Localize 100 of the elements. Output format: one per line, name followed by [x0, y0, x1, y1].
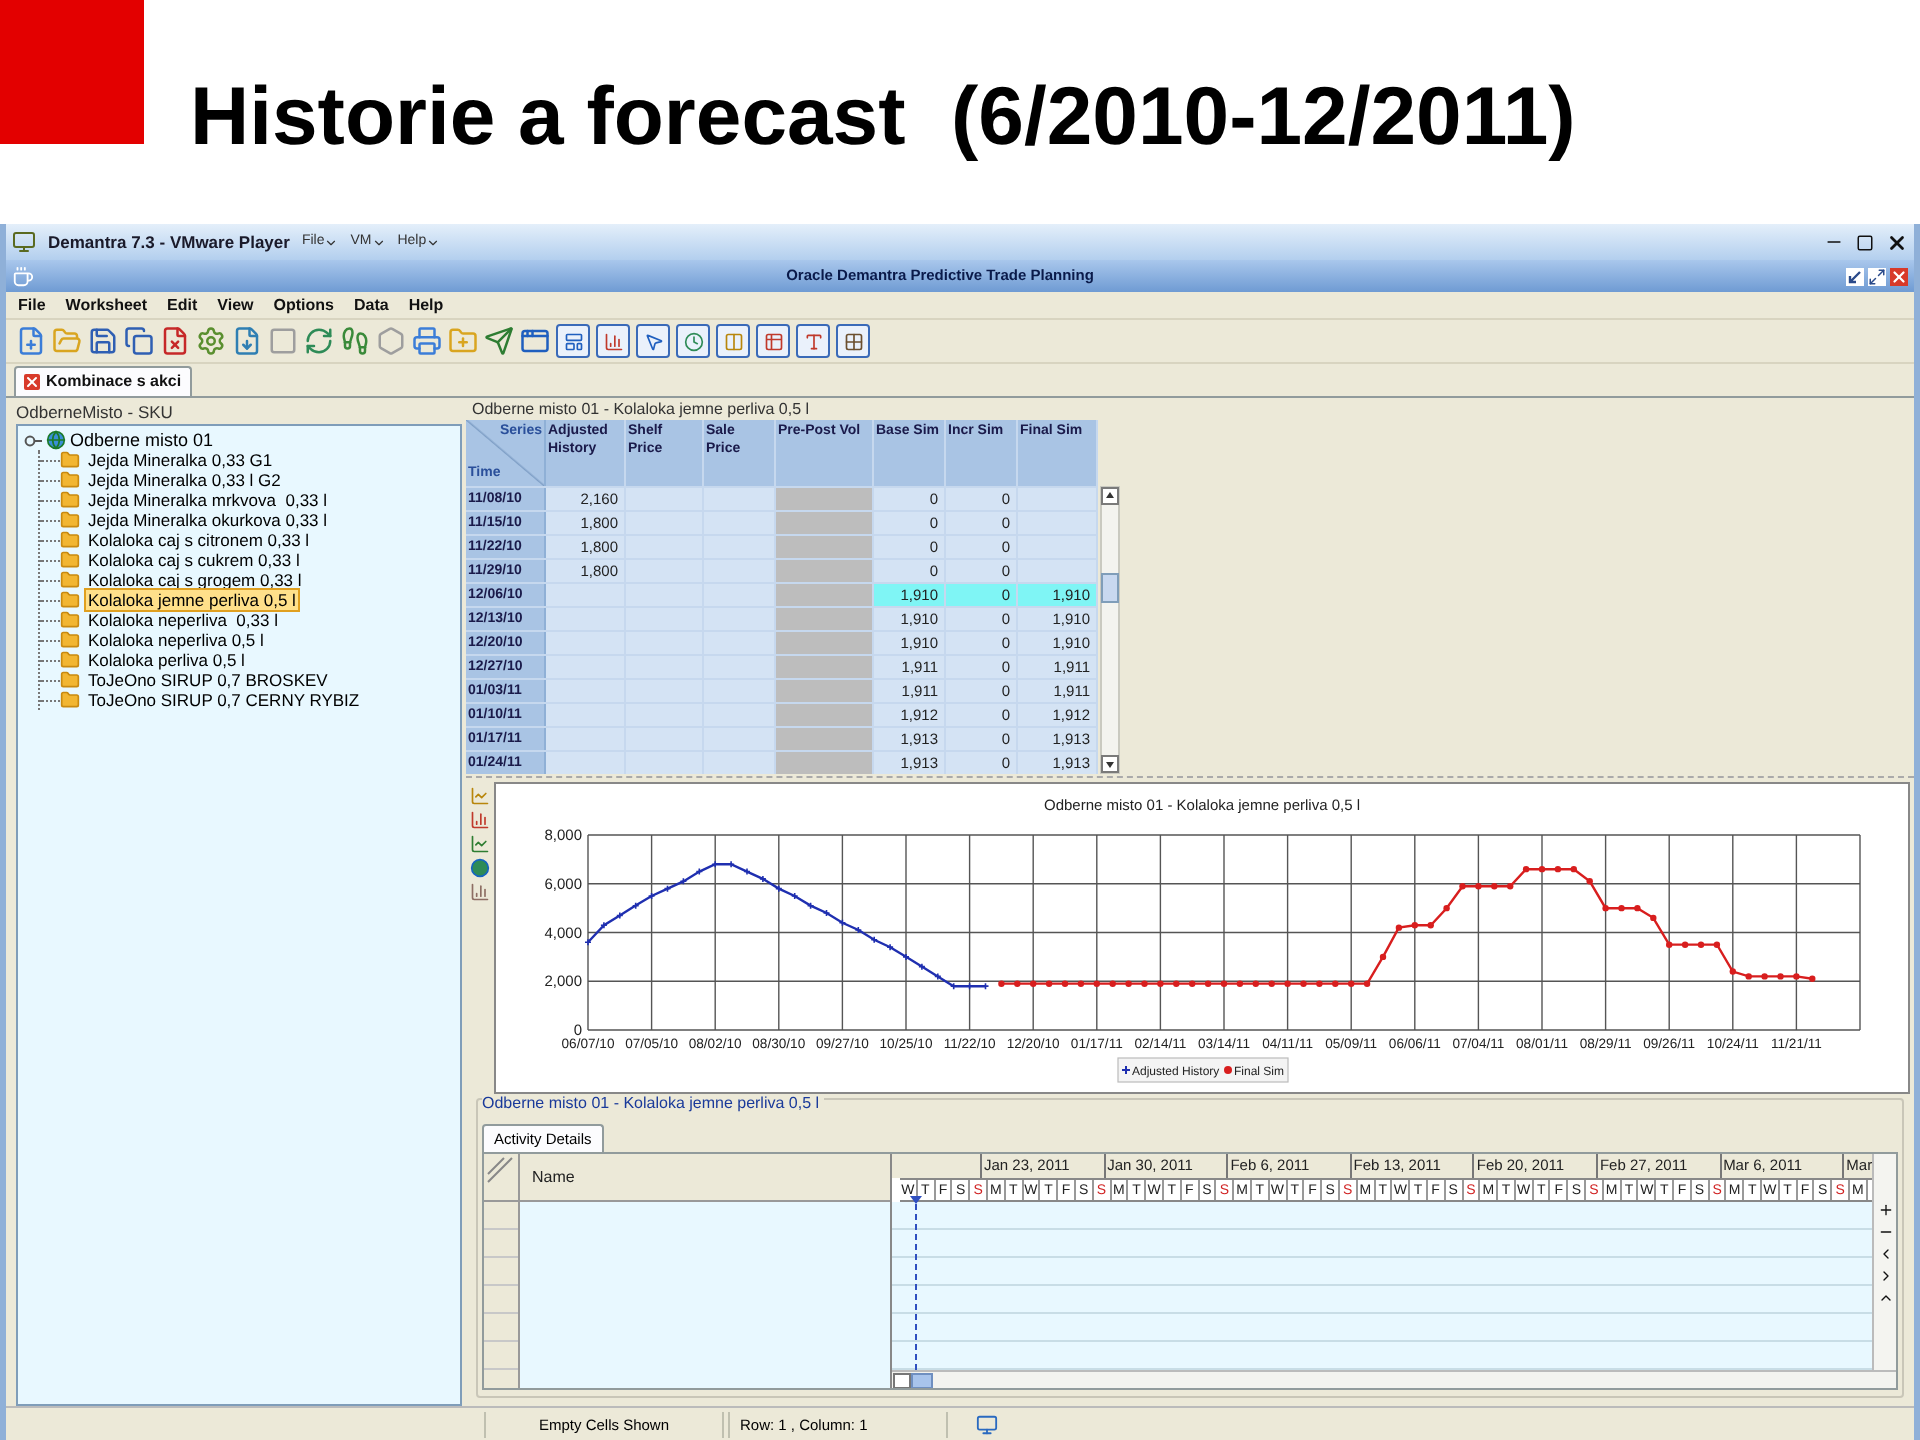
tree-item[interactable]: Kolaloka neperliva 0,5 l	[84, 628, 268, 652]
delete-file-icon	[160, 326, 190, 356]
data-point	[775, 884, 783, 893]
toolbar-button[interactable]	[716, 324, 750, 358]
tree-item[interactable]: Kolaloka jemne perliva 0,5 l	[84, 588, 300, 612]
tree-item[interactable]: Jejda Mineralka 0,33 l G2	[84, 468, 285, 492]
bar-chart-icon[interactable]	[470, 882, 490, 902]
toolbar-button[interactable]	[756, 324, 790, 358]
data-point	[1729, 968, 1736, 975]
zoom-in-icon[interactable]	[1877, 1202, 1893, 1218]
restore-icon[interactable]	[1846, 267, 1864, 285]
data-point	[965, 982, 974, 990]
toolbar-button[interactable]	[556, 324, 590, 358]
data-point	[1713, 941, 1721, 948]
toolbar-button[interactable]	[676, 324, 710, 358]
data-point	[1220, 980, 1228, 987]
toolbar-button[interactable]	[338, 324, 372, 358]
vertical-scrollbar[interactable]	[1100, 486, 1120, 774]
tree-item[interactable]: Kolaloka caj s citronem 0,33 l	[84, 528, 314, 552]
printer-icon	[412, 326, 442, 356]
folder-icon	[60, 610, 80, 630]
clock-icon	[683, 331, 703, 351]
toolbar-button[interactable]	[158, 324, 192, 358]
bar-chart-icon[interactable]	[470, 810, 490, 830]
tree-item[interactable]: Kolaloka perliva 0,5 l	[84, 648, 249, 672]
tree-item[interactable]: ToJeOno SIRUP 0,7 BROSKEV	[84, 668, 332, 692]
toolbar-button[interactable]	[230, 324, 264, 358]
data-point	[1252, 980, 1259, 987]
toolbar-button[interactable]	[194, 324, 228, 358]
tree-item[interactable]: Jejda Mineralka okurkova 0,33 l	[84, 508, 332, 532]
folder-icon	[60, 570, 80, 590]
copy-icon	[124, 326, 154, 356]
line-chart-icon[interactable]	[470, 834, 490, 854]
globe-icon	[46, 430, 66, 450]
data-point	[1491, 883, 1498, 890]
data-point	[1125, 980, 1132, 987]
horizontal-scrollbar[interactable]	[892, 1370, 1896, 1388]
data-point	[1634, 904, 1641, 912]
folder-icon	[60, 630, 80, 650]
tree-item[interactable]: Kolaloka caj s cukrem 0,33 l	[84, 548, 304, 572]
toolbar-button[interactable]	[122, 324, 156, 358]
tree-item[interactable]: Jejda Mineralka mrkvova 0,33 l	[84, 488, 332, 512]
tree-item[interactable]: ToJeOno SIRUP 0,7 CERNY RYBIZ	[84, 688, 364, 712]
data-point	[1761, 973, 1768, 980]
toolbar-button[interactable]	[86, 324, 120, 358]
toolbar-button[interactable]	[518, 324, 552, 358]
maximize-icon[interactable]	[1856, 233, 1874, 251]
columns-icon	[723, 331, 743, 351]
menu-item[interactable]: Options	[273, 293, 334, 317]
toolbar-button[interactable]	[596, 324, 630, 358]
column-header[interactable]: Name	[532, 1154, 575, 1200]
folder-icon	[60, 530, 80, 550]
data-point	[1443, 904, 1450, 912]
toolbar-button[interactable]	[482, 324, 516, 358]
toolbar-button[interactable]	[14, 324, 48, 358]
close-tab-icon[interactable]	[24, 374, 40, 390]
menu-item[interactable]: View	[217, 293, 254, 317]
expand-toggle-icon[interactable]	[24, 431, 42, 449]
footprints-icon	[340, 326, 370, 356]
data-point	[998, 980, 1005, 987]
data-point	[1809, 975, 1816, 982]
tree-item[interactable]: Odberne misto 01	[70, 430, 214, 450]
tree-item[interactable]: Kolaloka neperliva 0,33 l	[84, 608, 282, 632]
data-point	[600, 921, 608, 929]
worksheet-tab[interactable]: Kombinace s akci	[14, 366, 192, 396]
menu-item[interactable]: Help	[408, 293, 444, 317]
data-point	[1507, 883, 1514, 890]
menu-item[interactable]: Data	[353, 293, 389, 317]
new-file-icon	[16, 326, 46, 356]
toolbar-button[interactable]	[636, 324, 670, 358]
data-point	[1348, 980, 1355, 987]
data-point	[1475, 883, 1482, 890]
line-chart-icon[interactable]	[470, 786, 490, 806]
toolbar-button[interactable]	[302, 324, 336, 358]
circle-icon[interactable]	[470, 858, 490, 878]
cup-icon	[12, 265, 34, 287]
data-point	[1268, 980, 1275, 987]
menu-item[interactable]: Worksheet	[65, 293, 148, 317]
toolbar-button[interactable]	[410, 324, 444, 358]
data-point	[1093, 980, 1100, 987]
data-point	[1332, 980, 1339, 987]
maximize-icon[interactable]	[1868, 267, 1886, 285]
toolbar-button[interactable]	[796, 324, 830, 358]
data-point	[1538, 865, 1546, 873]
window-icon	[520, 326, 550, 356]
caret-icon	[371, 235, 386, 249]
data-point	[1363, 980, 1371, 987]
menu-item[interactable]: File	[18, 293, 46, 317]
menu-item[interactable]: Edit	[167, 293, 198, 317]
data-point	[1745, 973, 1752, 980]
data-point	[1554, 865, 1562, 873]
scroll-up-icon[interactable]	[1877, 1290, 1893, 1306]
data-point	[1379, 953, 1387, 961]
data-point	[679, 877, 688, 886]
data-point	[695, 867, 704, 876]
tree-item[interactable]: Kolaloka caj s grogem 0,33 l	[84, 568, 306, 592]
tree-item[interactable]: Jejda Mineralka 0,33 G1	[84, 448, 277, 472]
toolbar-button[interactable]	[836, 324, 870, 358]
close-icon[interactable]	[1886, 231, 1908, 253]
data-point	[1570, 865, 1577, 873]
